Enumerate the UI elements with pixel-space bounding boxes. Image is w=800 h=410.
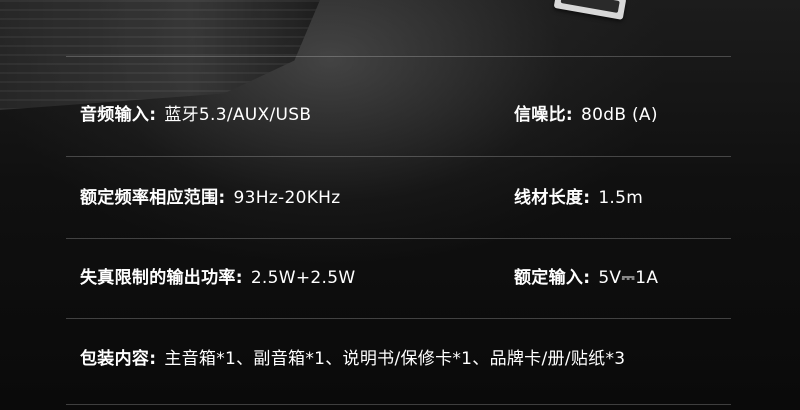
spec-frequency-range: 额定频率相应范围: 93Hz-20KHz xyxy=(80,183,340,208)
divider xyxy=(66,156,731,157)
spec-label: 额定输入: xyxy=(514,267,591,288)
spec-value: 主音箱*1、副音箱*1、说明书/保修卡*1、品牌卡/册/贴纸*3 xyxy=(164,348,626,369)
spec-label: 额定频率相应范围: xyxy=(80,187,226,208)
spec-value: 5V⎓1A xyxy=(598,267,659,288)
spec-value: 蓝牙5.3/AUX/USB xyxy=(164,104,312,125)
spec-value: 93Hz-20KHz xyxy=(233,187,341,208)
divider xyxy=(66,404,731,405)
spec-row: 音频输入: 蓝牙5.3/AUX/USB 信噪比: 80dB (A) xyxy=(80,92,730,132)
spec-label: 信噪比: xyxy=(514,104,573,125)
divider xyxy=(66,56,731,57)
spec-snr: 信噪比: 80dB (A) xyxy=(514,100,658,125)
spec-row: 失真限制的输出功率: 2.5W+2.5W 额定输入: 5V⎓1A xyxy=(80,255,730,295)
spec-package-contents: 包装内容: 主音箱*1、副音箱*1、说明书/保修卡*1、品牌卡/册/贴纸*3 xyxy=(80,344,625,369)
spec-output-power: 失真限制的输出功率: 2.5W+2.5W xyxy=(80,263,355,288)
spec-cable-length: 线材长度: 1.5m xyxy=(514,183,643,208)
spec-label: 线材长度: xyxy=(514,187,591,208)
spec-value: 1.5m xyxy=(598,187,644,208)
spec-audio-input: 音频输入: 蓝牙5.3/AUX/USB xyxy=(80,100,311,125)
spec-row: 包装内容: 主音箱*1、副音箱*1、说明书/保修卡*1、品牌卡/册/贴纸*3 xyxy=(80,336,730,376)
spec-label: 包装内容: xyxy=(80,348,157,369)
spec-label: 失真限制的输出功率: xyxy=(80,267,243,288)
spec-value: 80dB (A) xyxy=(581,104,658,125)
spec-row: 额定频率相应范围: 93Hz-20KHz 线材长度: 1.5m xyxy=(80,175,730,215)
spec-value: 2.5W+2.5W xyxy=(250,267,356,288)
spec-rated-input: 额定输入: 5V⎓1A xyxy=(514,263,658,288)
divider xyxy=(66,318,731,319)
divider xyxy=(66,238,731,239)
spec-label: 音频输入: xyxy=(80,104,157,125)
